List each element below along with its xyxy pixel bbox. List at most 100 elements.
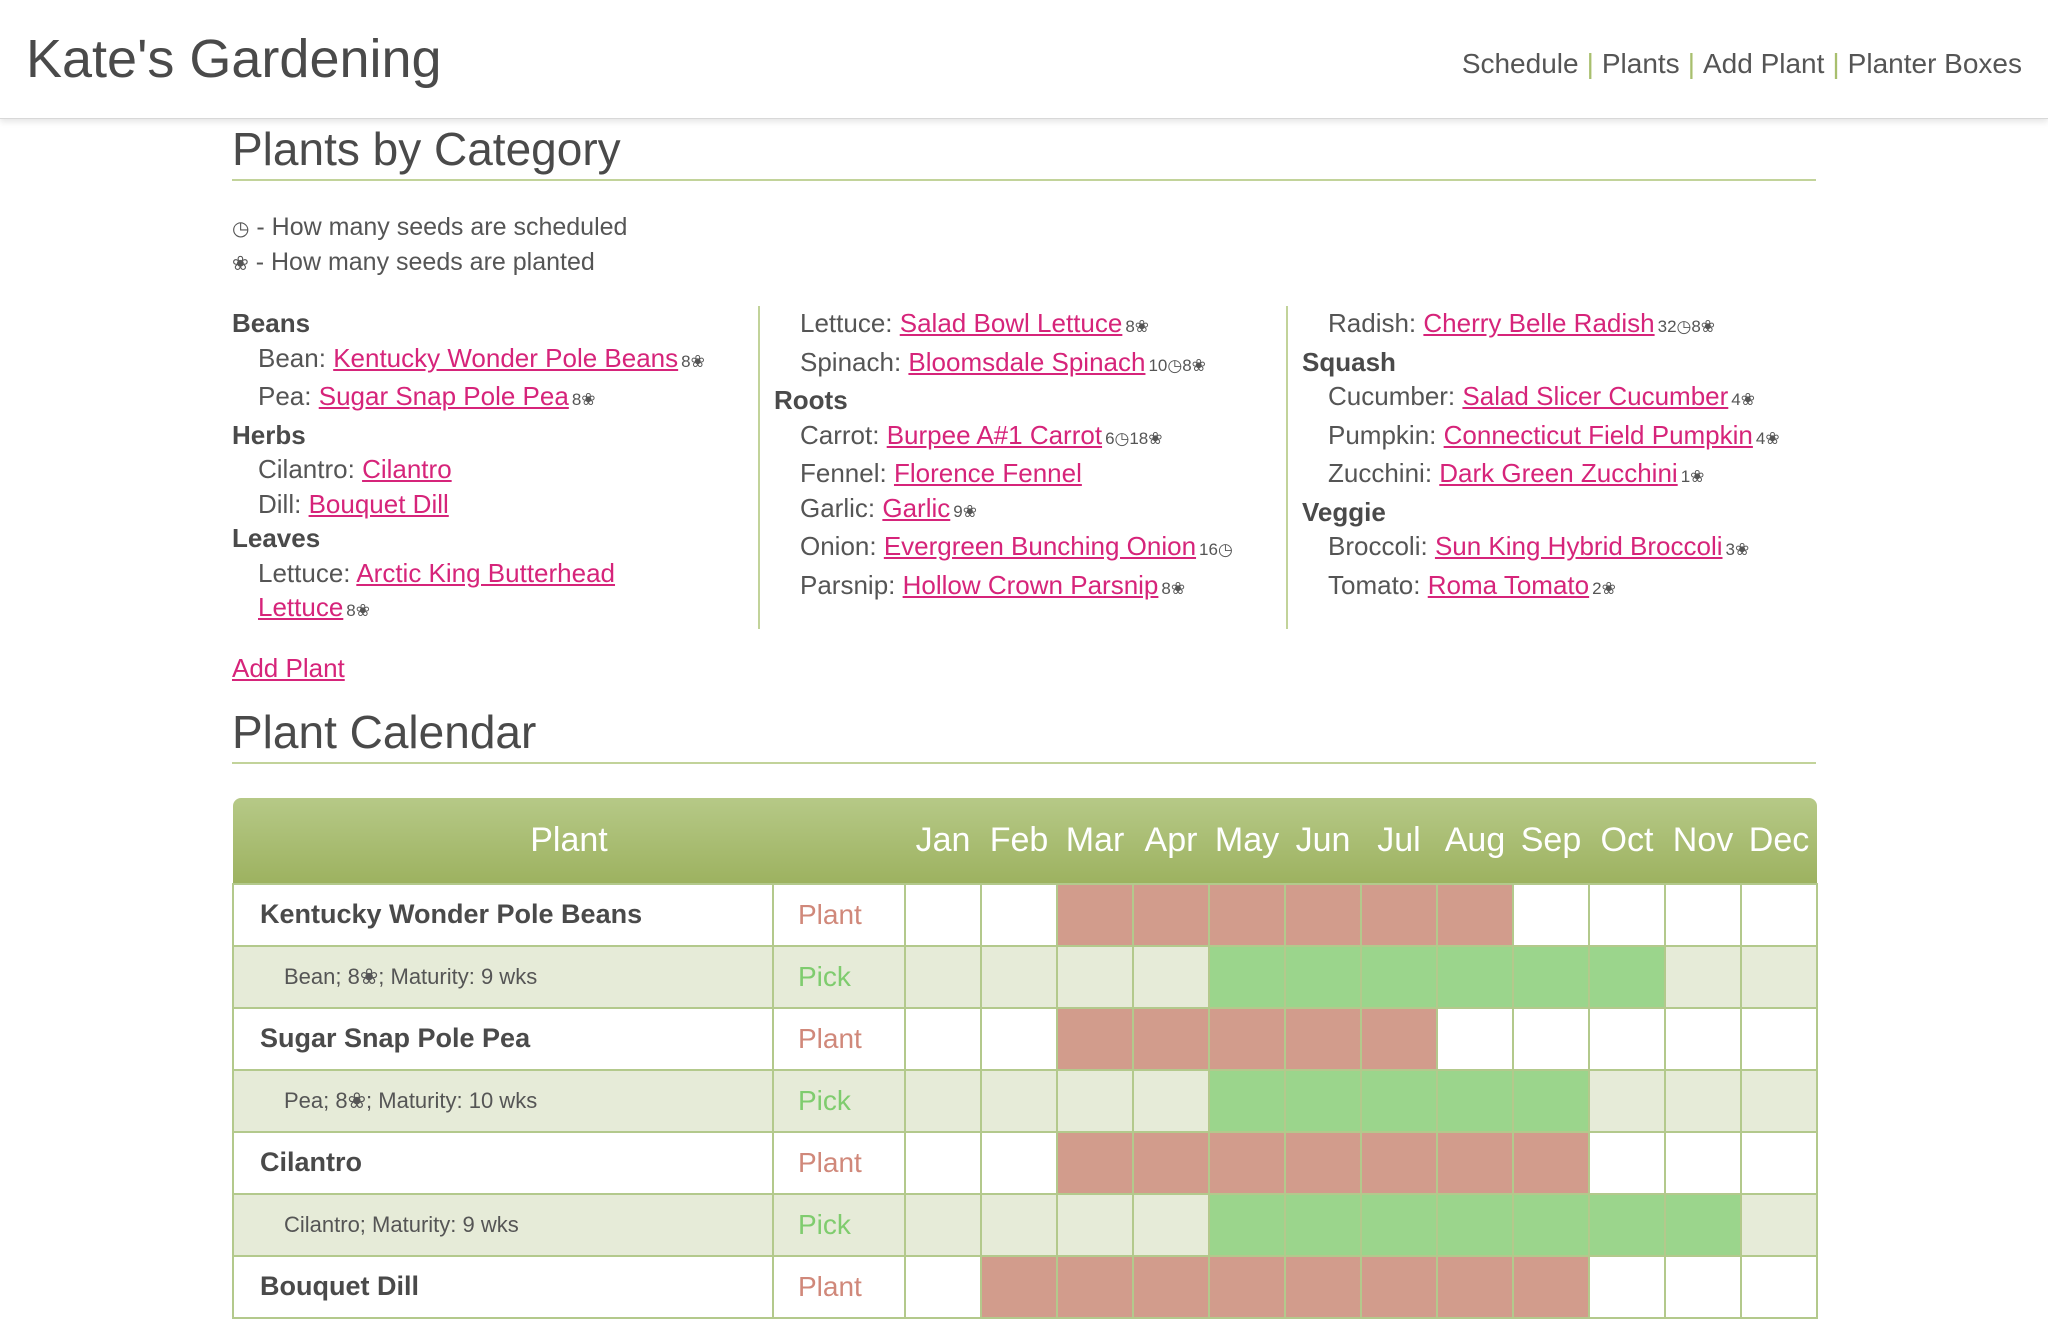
plant-link[interactable]: Florence Fennel — [894, 458, 1082, 488]
plant-link[interactable]: Bouquet Dill — [309, 489, 449, 519]
month-cell-oct[interactable] — [1588, 1254, 1666, 1319]
month-cell-feb[interactable] — [980, 1254, 1058, 1319]
month-cell-nov[interactable] — [1664, 1068, 1742, 1133]
month-cell-oct[interactable] — [1588, 882, 1666, 947]
month-cell-jun[interactable] — [1284, 882, 1362, 947]
month-cell-mar[interactable] — [1056, 1068, 1134, 1133]
month-cell-aug[interactable] — [1436, 1130, 1514, 1195]
month-cell-may[interactable] — [1208, 1192, 1286, 1257]
month-cell-aug[interactable] — [1436, 1006, 1514, 1071]
month-cell-jul[interactable] — [1360, 882, 1438, 947]
month-cell-jan[interactable] — [904, 1130, 982, 1195]
plant-link[interactable]: Connecticut Field Pumpkin — [1444, 420, 1753, 450]
month-cell-apr[interactable] — [1132, 944, 1210, 1009]
month-cell-aug[interactable] — [1436, 1068, 1514, 1133]
month-cell-oct[interactable] — [1588, 1006, 1666, 1071]
plant-link[interactable]: Burpee A#1 Carrot — [887, 420, 1102, 450]
month-cell-apr[interactable] — [1132, 1192, 1210, 1257]
plant-link[interactable]: Evergreen Bunching Onion — [884, 531, 1196, 561]
plant-link[interactable]: Cherry Belle Radish — [1423, 308, 1654, 338]
site-title[interactable]: Kate's Gardening — [26, 28, 442, 90]
month-cell-mar[interactable] — [1056, 1192, 1134, 1257]
month-cell-sep[interactable] — [1512, 1130, 1590, 1195]
month-cell-may[interactable] — [1208, 882, 1286, 947]
month-cell-apr[interactable] — [1132, 1068, 1210, 1133]
month-cell-dec[interactable] — [1740, 944, 1818, 1009]
month-cell-jul[interactable] — [1360, 1130, 1438, 1195]
month-cell-aug[interactable] — [1436, 1192, 1514, 1257]
month-cell-oct[interactable] — [1588, 1192, 1666, 1257]
month-cell-feb[interactable] — [980, 944, 1058, 1009]
month-cell-dec[interactable] — [1740, 882, 1818, 947]
month-cell-nov[interactable] — [1664, 944, 1742, 1009]
month-cell-jun[interactable] — [1284, 1068, 1362, 1133]
month-cell-jul[interactable] — [1360, 1192, 1438, 1257]
nav-plants[interactable]: Plants — [1602, 48, 1680, 79]
month-cell-oct[interactable] — [1588, 1130, 1666, 1195]
month-cell-aug[interactable] — [1436, 1254, 1514, 1319]
plant-link[interactable]: Garlic — [882, 493, 950, 523]
plant-link[interactable]: Hollow Crown Parsnip — [903, 570, 1159, 600]
month-cell-jun[interactable] — [1284, 1254, 1362, 1319]
month-cell-dec[interactable] — [1740, 1130, 1818, 1195]
month-cell-mar[interactable] — [1056, 944, 1134, 1009]
month-cell-nov[interactable] — [1664, 882, 1742, 947]
plant-link[interactable]: Salad Bowl Lettuce — [900, 308, 1123, 338]
month-cell-may[interactable] — [1208, 1254, 1286, 1319]
nav-schedule[interactable]: Schedule — [1462, 48, 1579, 79]
month-cell-may[interactable] — [1208, 944, 1286, 1009]
nav-planter-boxes[interactable]: Planter Boxes — [1848, 48, 2022, 79]
month-cell-jun[interactable] — [1284, 1006, 1362, 1071]
month-cell-feb[interactable] — [980, 882, 1058, 947]
plant-name[interactable]: Cilantro — [232, 1130, 774, 1195]
month-cell-jul[interactable] — [1360, 1068, 1438, 1133]
plant-name[interactable]: Sugar Snap Pole Pea — [232, 1006, 774, 1071]
month-cell-jan[interactable] — [904, 944, 982, 1009]
plant-link[interactable]: Sun King Hybrid Broccoli — [1435, 531, 1723, 561]
month-cell-apr[interactable] — [1132, 1006, 1210, 1071]
month-cell-sep[interactable] — [1512, 944, 1590, 1009]
month-cell-feb[interactable] — [980, 1006, 1058, 1071]
month-cell-jun[interactable] — [1284, 944, 1362, 1009]
month-cell-jan[interactable] — [904, 1068, 982, 1133]
month-cell-nov[interactable] — [1664, 1130, 1742, 1195]
month-cell-jun[interactable] — [1284, 1130, 1362, 1195]
month-cell-dec[interactable] — [1740, 1192, 1818, 1257]
month-cell-apr[interactable] — [1132, 1254, 1210, 1319]
month-cell-jul[interactable] — [1360, 1006, 1438, 1071]
month-cell-mar[interactable] — [1056, 1254, 1134, 1319]
month-cell-dec[interactable] — [1740, 1254, 1818, 1319]
month-cell-feb[interactable] — [980, 1192, 1058, 1257]
plant-link[interactable]: Cilantro — [362, 454, 452, 484]
month-cell-sep[interactable] — [1512, 1068, 1590, 1133]
month-cell-aug[interactable] — [1436, 882, 1514, 947]
plant-link[interactable]: Salad Slicer Cucumber — [1462, 381, 1728, 411]
month-cell-jan[interactable] — [904, 1254, 982, 1319]
month-cell-mar[interactable] — [1056, 1130, 1134, 1195]
plant-link[interactable]: Roma Tomato — [1428, 570, 1589, 600]
month-cell-sep[interactable] — [1512, 1006, 1590, 1071]
month-cell-nov[interactable] — [1664, 1006, 1742, 1071]
month-cell-nov[interactable] — [1664, 1254, 1742, 1319]
add-plant-link[interactable]: Add Plant — [232, 653, 345, 684]
plant-link[interactable]: Dark Green Zucchini — [1439, 458, 1677, 488]
month-cell-dec[interactable] — [1740, 1068, 1818, 1133]
month-cell-dec[interactable] — [1740, 1006, 1818, 1071]
plant-link[interactable]: Kentucky Wonder Pole Beans — [333, 343, 678, 373]
month-cell-jul[interactable] — [1360, 944, 1438, 1009]
month-cell-sep[interactable] — [1512, 1192, 1590, 1257]
plant-link[interactable]: Bloomsdale Spinach — [908, 347, 1145, 377]
month-cell-feb[interactable] — [980, 1068, 1058, 1133]
month-cell-oct[interactable] — [1588, 1068, 1666, 1133]
month-cell-oct[interactable] — [1588, 944, 1666, 1009]
month-cell-may[interactable] — [1208, 1068, 1286, 1133]
plant-name[interactable]: Bouquet Dill — [232, 1254, 774, 1319]
month-cell-jan[interactable] — [904, 1192, 982, 1257]
plant-name[interactable]: Kentucky Wonder Pole Beans — [232, 882, 774, 947]
month-cell-jun[interactable] — [1284, 1192, 1362, 1257]
month-cell-feb[interactable] — [980, 1130, 1058, 1195]
month-cell-sep[interactable] — [1512, 882, 1590, 947]
month-cell-may[interactable] — [1208, 1006, 1286, 1071]
month-cell-may[interactable] — [1208, 1130, 1286, 1195]
month-cell-nov[interactable] — [1664, 1192, 1742, 1257]
